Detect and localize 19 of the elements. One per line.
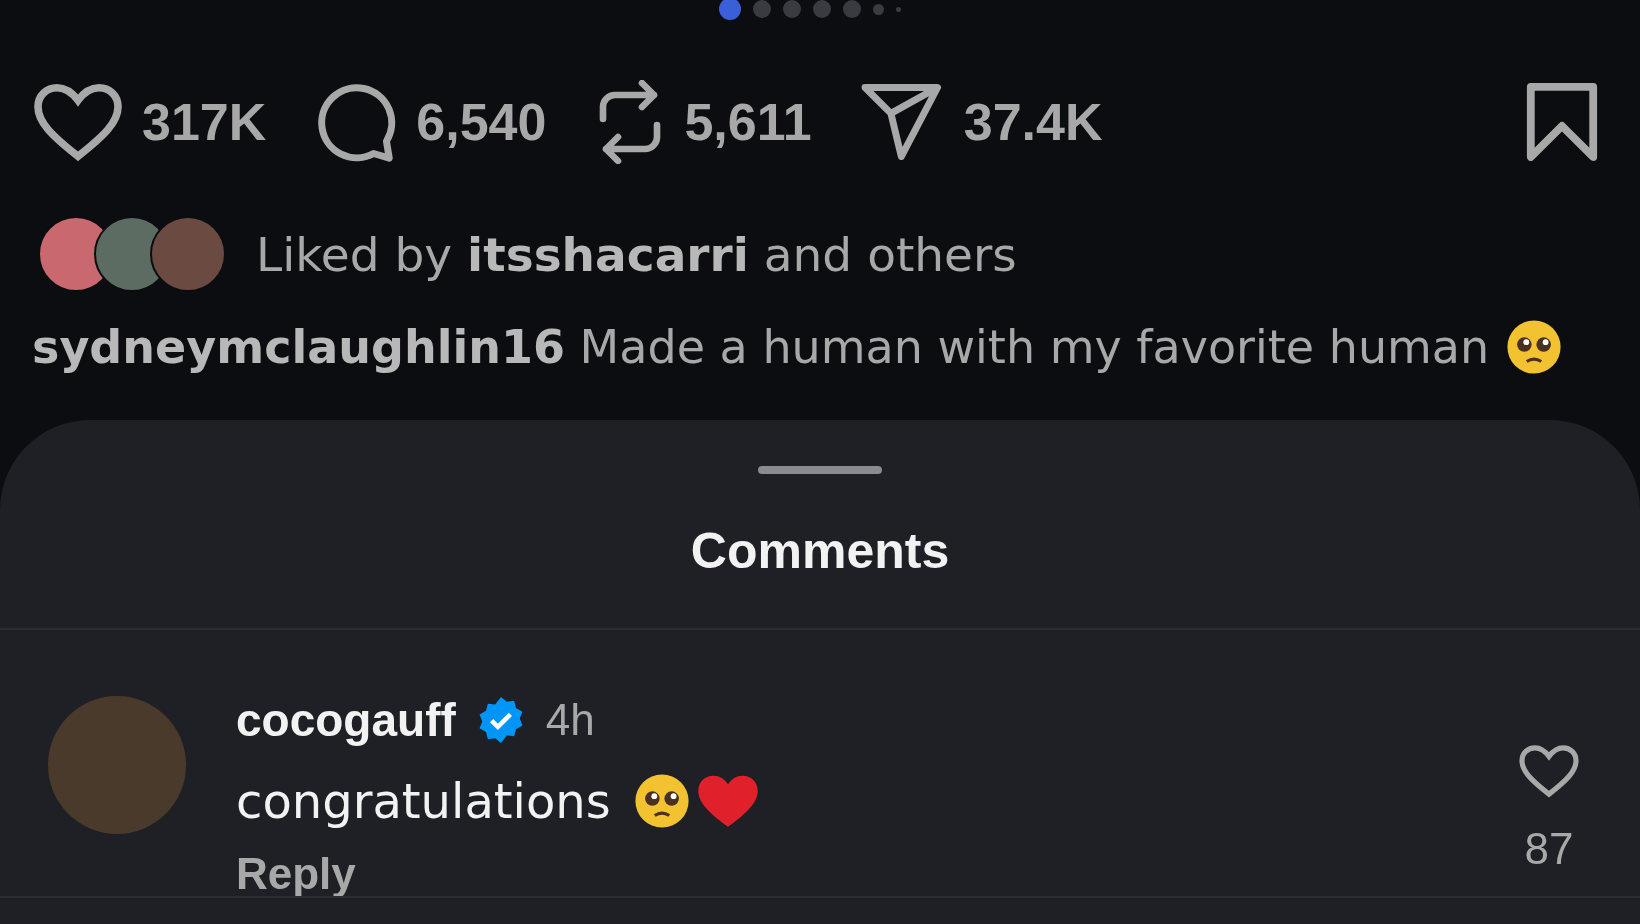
heart-icon[interactable] <box>1518 744 1580 798</box>
like-count: 87 <box>1524 824 1574 874</box>
reply-button[interactable]: Reply <box>236 852 356 896</box>
drag-handle[interactable] <box>758 466 882 474</box>
heart-icon <box>696 773 759 829</box>
comment-username[interactable]: cocogauff <box>236 693 456 747</box>
action-count: 6,540 <box>416 92 547 152</box>
sheet-title: Comments <box>0 474 1640 630</box>
action-count: 5,611 <box>684 92 812 152</box>
pleading-face-icon <box>1505 318 1564 376</box>
caption-text: sydneymclaughlin16 Made a human with my favorite human <box>32 320 1490 374</box>
bookmark-icon[interactable] <box>1526 83 1598 161</box>
action-count: 37.4K <box>963 92 1103 152</box>
liked-by-text: Liked by itsshacarri and others <box>256 226 1017 282</box>
pleading-face-icon <box>632 772 691 830</box>
action-count: 317K <box>142 92 267 152</box>
comment-text: congratulations <box>236 773 611 829</box>
comment-time: 4h <box>545 695 595 745</box>
heart-icon[interactable] <box>32 82 124 162</box>
